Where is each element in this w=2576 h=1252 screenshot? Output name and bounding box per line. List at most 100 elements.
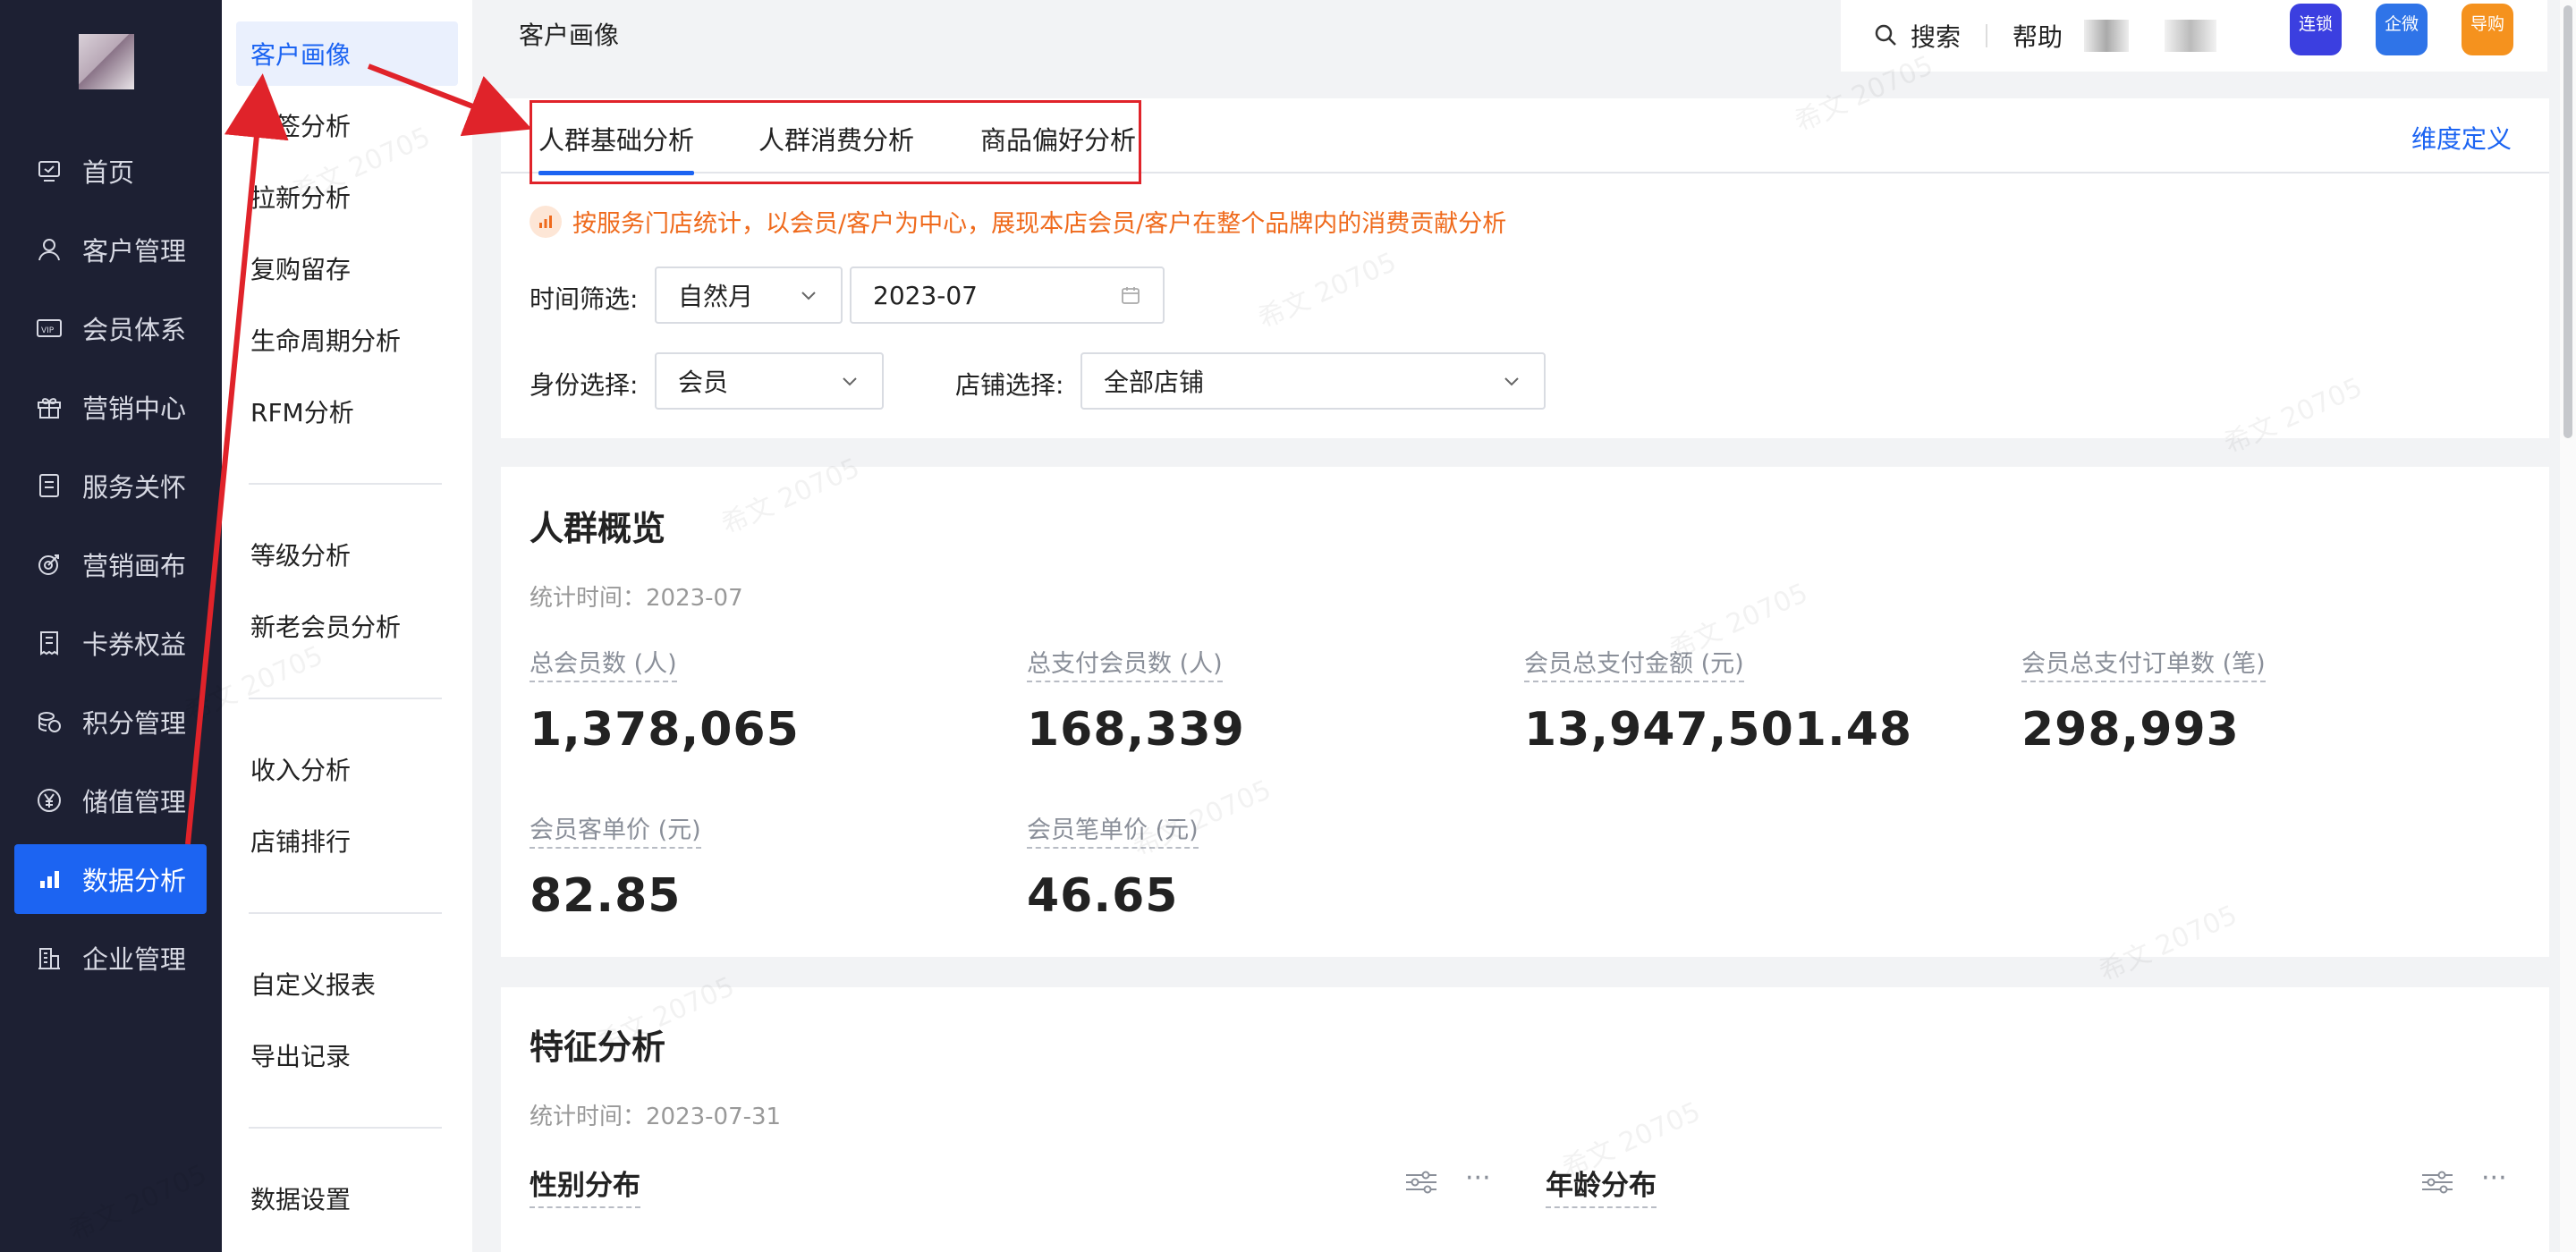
search-label: 搜索 xyxy=(1911,22,1962,52)
more-options-icon[interactable]: ··· xyxy=(1465,1163,1491,1194)
search-button[interactable]: 搜索 xyxy=(1873,18,1961,54)
store-select[interactable]: 全部店铺 xyxy=(1080,352,1546,410)
gender-distribution-title: 性别分布 xyxy=(530,1163,640,1208)
top-right-toolbar: 搜索 帮助 xyxy=(1841,0,2547,72)
feature-title: 特征分析 xyxy=(530,1028,666,1067)
nav-item-service[interactable]: 服务关怀 xyxy=(14,451,207,520)
nav-item-label: 数据分析 xyxy=(82,866,187,896)
submenu-item-revenue[interactable]: 收入分析 xyxy=(236,737,458,801)
metric-value-avg-customer-price: 82.85 xyxy=(530,869,682,923)
metric-label-avg-order-price: 会员笔单价 (元) xyxy=(1027,810,1199,849)
separator xyxy=(1986,24,1988,47)
more-options-icon[interactable]: ··· xyxy=(2481,1163,2507,1194)
month-picker[interactable]: 2023-07 xyxy=(850,266,1165,324)
filter-settings-icon[interactable] xyxy=(2420,1168,2454,1197)
metric-label-total-members: 总会员数 (人) xyxy=(530,644,677,682)
calendar-icon xyxy=(1122,287,1140,304)
app-shopping-guide-button[interactable]: 导购 xyxy=(2462,4,2513,55)
divider xyxy=(249,1127,442,1129)
submenu-item-store-ranking[interactable]: 店铺排行 xyxy=(236,808,458,873)
nav-item-label: 客户管理 xyxy=(82,236,187,266)
identity-select[interactable]: 会员 xyxy=(655,352,884,410)
chevron-down-icon xyxy=(801,292,816,300)
points-icon xyxy=(32,705,66,739)
help-link[interactable]: 帮助 xyxy=(2012,18,2063,54)
identity-value: 会员 xyxy=(678,368,729,397)
submenu-item-tag-analysis[interactable]: 标签分析 xyxy=(236,93,458,157)
gift-icon xyxy=(32,390,66,424)
submenu-item-data-settings[interactable]: 数据设置 xyxy=(236,1166,458,1231)
submenu-item-customer-profile[interactable]: 客户画像 xyxy=(236,21,458,86)
nav-item-coupons[interactable]: 卡券权益 xyxy=(14,608,207,678)
building-icon xyxy=(32,941,66,975)
store-label: 店铺选择: xyxy=(955,370,1064,400)
search-icon xyxy=(1875,24,1896,46)
company-logo xyxy=(79,34,134,89)
overview-stat-time: 统计时间：2023-07 xyxy=(530,585,743,612)
nav-item-points[interactable]: 积分管理 xyxy=(14,687,207,757)
metric-label-paying-members: 总支付会员数 (人) xyxy=(1027,644,1223,682)
nav-item-label: 卡券权益 xyxy=(82,630,187,660)
time-mode-value: 自然月 xyxy=(678,282,754,311)
dimension-definition-link[interactable]: 维度定义 xyxy=(2411,120,2512,156)
target-icon xyxy=(32,547,66,581)
hint-text: 按服务门店统计，以会员/客户为中心，展现本店会员/客户在整个品牌内的消费贡献分析 xyxy=(572,210,1507,238)
divider xyxy=(249,483,442,485)
nav-item-label: 营销画布 xyxy=(82,551,187,581)
overview-title: 人群概览 xyxy=(530,509,666,548)
metric-value-total-orders: 298,993 xyxy=(2021,703,2240,757)
nav-item-label: 会员体系 xyxy=(82,315,187,345)
nav-item-enterprise[interactable]: 企业管理 xyxy=(14,923,207,993)
bar-chart-icon xyxy=(32,862,66,896)
month-value: 2023-07 xyxy=(873,280,978,310)
chevron-down-icon xyxy=(843,377,857,386)
nav-item-marketing[interactable]: 营销中心 xyxy=(14,372,207,442)
submenu-item-lifecycle[interactable]: 生命周期分析 xyxy=(236,308,458,372)
annotation-highlight-box xyxy=(530,100,1141,184)
nav-item-membership[interactable]: VIP 会员体系 xyxy=(14,293,207,363)
app-label: 企微 xyxy=(2384,14,2419,34)
secondary-sidebar: 客户画像 标签分析 拉新分析 复购留存 生命周期分析 RFM分析 等级分析 新老… xyxy=(222,0,472,1252)
vertical-scrollbar[interactable] xyxy=(2560,0,2576,1252)
nav-item-label: 企业管理 xyxy=(82,944,187,975)
time-filter-label: 时间筛选: xyxy=(530,284,639,314)
primary-sidebar: 首页 客户管理 VIP 会员体系 营销中心 服务关怀 营销画布 卡券权益 积分管… xyxy=(0,0,222,1252)
nav-item-canvas[interactable]: 营销画布 xyxy=(14,529,207,599)
nav-item-label: 首页 xyxy=(82,157,135,188)
filter-settings-icon[interactable] xyxy=(1404,1168,1438,1197)
vip-icon: VIP xyxy=(32,311,66,345)
app-chain-store-button[interactable]: 连锁 xyxy=(2290,4,2342,55)
metric-label-total-payment: 会员总支付金额 (元) xyxy=(1524,644,1744,682)
svg-text:VIP: VIP xyxy=(41,326,55,335)
nav-item-label: 积分管理 xyxy=(82,708,187,739)
submenu-item-retention[interactable]: 复购留存 xyxy=(236,236,458,300)
user-name[interactable] xyxy=(2165,20,2217,52)
home-icon xyxy=(32,154,66,188)
yen-icon xyxy=(32,783,66,817)
user-icon xyxy=(32,233,66,266)
nav-item-label: 服务关怀 xyxy=(82,472,187,503)
age-distribution-title: 年龄分布 xyxy=(1546,1163,1657,1208)
submenu-item-acquisition[interactable]: 拉新分析 xyxy=(236,165,458,229)
submenu-item-custom-report[interactable]: 自定义报表 xyxy=(236,952,458,1016)
nav-item-stored-value[interactable]: 储值管理 xyxy=(14,766,207,835)
nav-item-customers[interactable]: 客户管理 xyxy=(14,215,207,284)
app-label: 连锁 xyxy=(2298,14,2333,34)
coupon-icon xyxy=(32,626,66,660)
user-avatar[interactable] xyxy=(2084,20,2130,52)
submenu-item-level-analysis[interactable]: 等级分析 xyxy=(236,522,458,587)
divider xyxy=(249,912,442,914)
scrollbar-thumb[interactable] xyxy=(2563,5,2572,438)
page-title: 客户画像 xyxy=(519,21,620,50)
submenu-item-rfm[interactable]: RFM分析 xyxy=(236,379,458,444)
nav-item-label: 营销中心 xyxy=(82,393,187,424)
app-wecom-button[interactable]: 企微 xyxy=(2376,4,2428,55)
metric-value-paying-members: 168,339 xyxy=(1027,703,1245,757)
metric-label-total-orders: 会员总支付订单数 (笔) xyxy=(2021,644,2266,682)
metric-value-avg-order-price: 46.65 xyxy=(1027,869,1179,923)
submenu-item-new-old-members[interactable]: 新老会员分析 xyxy=(236,594,458,658)
nav-item-home[interactable]: 首页 xyxy=(14,136,207,206)
nav-item-data-analysis[interactable]: 数据分析 xyxy=(14,844,207,914)
submenu-item-export-records[interactable]: 导出记录 xyxy=(236,1023,458,1087)
time-mode-select[interactable]: 自然月 xyxy=(655,266,843,324)
